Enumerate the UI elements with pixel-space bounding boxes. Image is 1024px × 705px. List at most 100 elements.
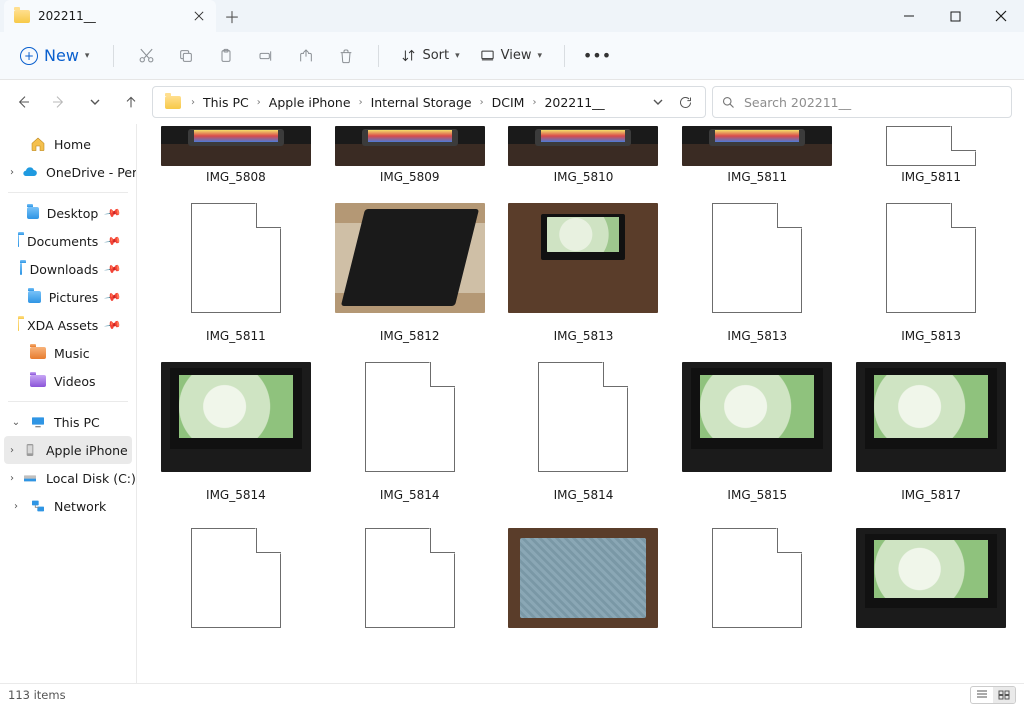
generic-file-icon xyxy=(191,528,281,628)
search-input[interactable] xyxy=(744,95,1003,110)
file-name: IMG_5815 xyxy=(727,484,787,502)
nav-quick-xda[interactable]: XDA Assets📌 xyxy=(0,311,136,339)
file-item[interactable]: IMG_5811 xyxy=(153,190,319,343)
cut-button[interactable] xyxy=(128,40,164,72)
nav-quick-pictures[interactable]: Pictures📌 xyxy=(0,283,136,311)
nav-label: Pictures xyxy=(49,290,99,305)
file-item[interactable]: IMG_5809 xyxy=(327,124,493,184)
delete-button[interactable] xyxy=(328,40,364,72)
paste-button[interactable] xyxy=(208,40,244,72)
file-item[interactable] xyxy=(501,508,667,628)
breadcrumb-segment[interactable]: Apple iPhone xyxy=(265,93,355,112)
refresh-button[interactable] xyxy=(678,95,693,110)
folder-icon xyxy=(30,347,46,359)
nav-this-pc[interactable]: ⌄ This PC xyxy=(0,408,136,436)
nav-local-disk[interactable]: › Local Disk (C:) xyxy=(0,464,136,492)
close-window-button[interactable] xyxy=(978,0,1024,32)
nav-network[interactable]: › Network xyxy=(0,492,136,520)
file-item[interactable]: IMG_5814 xyxy=(327,349,493,502)
file-item[interactable]: IMG_5814 xyxy=(501,349,667,502)
file-name: IMG_5813 xyxy=(554,325,614,343)
back-button[interactable] xyxy=(8,87,38,117)
file-name: IMG_5809 xyxy=(380,166,440,184)
nav-apple-iphone[interactable]: › Apple iPhone xyxy=(4,436,132,464)
sort-button[interactable]: Sort ▾ xyxy=(393,44,467,67)
view-button[interactable]: View ▾ xyxy=(472,44,550,67)
file-item[interactable]: IMG_5813 xyxy=(848,190,1014,343)
chevron-right-icon[interactable]: › xyxy=(10,445,14,456)
nav-onedrive[interactable]: › OneDrive - Persona xyxy=(0,158,136,186)
image-thumbnail xyxy=(682,126,832,166)
separator xyxy=(113,45,114,67)
up-button[interactable] xyxy=(116,87,146,117)
address-dropdown-button[interactable] xyxy=(652,96,664,108)
nav-label: Network xyxy=(54,499,106,514)
nav-label: XDA Assets xyxy=(27,318,98,333)
disk-icon xyxy=(22,470,38,486)
active-tab[interactable]: 202211__ xyxy=(4,0,216,32)
image-thumbnail xyxy=(161,362,311,472)
file-item[interactable] xyxy=(848,508,1014,628)
nav-quick-videos[interactable]: Videos xyxy=(0,367,136,395)
view-label: View xyxy=(501,48,532,63)
file-name: IMG_5813 xyxy=(727,325,787,343)
folder-icon xyxy=(14,10,30,23)
share-button[interactable] xyxy=(288,40,324,72)
file-item[interactable]: IMG_5817 xyxy=(848,349,1014,502)
chevron-right-icon[interactable]: › xyxy=(10,167,14,178)
file-item[interactable]: IMG_5813 xyxy=(501,190,667,343)
file-item[interactable]: IMG_5808 xyxy=(153,124,319,184)
chevron-right-icon[interactable]: › xyxy=(10,501,22,512)
more-button[interactable]: ••• xyxy=(579,40,615,72)
folder-icon xyxy=(18,319,19,331)
file-item[interactable]: IMG_5815 xyxy=(674,349,840,502)
image-thumbnail xyxy=(856,362,1006,472)
file-item[interactable] xyxy=(153,508,319,628)
search-box[interactable] xyxy=(712,86,1012,118)
close-tab-button[interactable] xyxy=(192,9,206,23)
file-name: IMG_5811 xyxy=(206,325,266,343)
copy-button[interactable] xyxy=(168,40,204,72)
file-item[interactable] xyxy=(674,508,840,628)
file-item[interactable]: IMG_5812 xyxy=(327,190,493,343)
nav-label: Downloads xyxy=(30,262,99,277)
thumbnails-view-button[interactable] xyxy=(993,687,1015,703)
file-item[interactable]: IMG_5811 xyxy=(848,124,1014,184)
recent-locations-button[interactable] xyxy=(80,87,110,117)
file-item[interactable] xyxy=(327,508,493,628)
chevron-down-icon: ▾ xyxy=(455,51,460,61)
chevron-down-icon[interactable]: ⌄ xyxy=(10,417,22,428)
file-item[interactable]: IMG_5810 xyxy=(501,124,667,184)
file-item[interactable]: IMG_5811 xyxy=(674,124,840,184)
rename-button[interactable] xyxy=(248,40,284,72)
breadcrumb-segment[interactable]: This PC xyxy=(199,93,253,112)
address-bar[interactable]: › This PC › Apple iPhone › Internal Stor… xyxy=(152,86,706,118)
chevron-right-icon[interactable]: › xyxy=(10,473,14,484)
nav-quick-downloads[interactable]: Downloads📌 xyxy=(0,255,136,283)
view-icon xyxy=(480,48,495,63)
file-name: IMG_5810 xyxy=(554,166,614,184)
new-button[interactable]: + New ▾ xyxy=(10,42,99,69)
nav-quick-documents[interactable]: Documents📌 xyxy=(0,227,136,255)
file-item[interactable]: IMG_5813 xyxy=(674,190,840,343)
generic-file-icon xyxy=(191,203,281,313)
nav-home[interactable]: Home xyxy=(0,130,136,158)
nav-quick-music[interactable]: Music xyxy=(0,339,136,367)
minimize-button[interactable] xyxy=(886,0,932,32)
nav-label: Local Disk (C:) xyxy=(46,471,136,486)
maximize-button[interactable] xyxy=(932,0,978,32)
details-view-button[interactable] xyxy=(971,687,993,703)
nav-quick-desktop[interactable]: Desktop📌 xyxy=(0,199,136,227)
forward-button[interactable] xyxy=(44,87,74,117)
breadcrumb-segment[interactable]: DCIM xyxy=(488,93,529,112)
file-name: IMG_5808 xyxy=(206,166,266,184)
new-label: New xyxy=(44,46,79,65)
breadcrumb-segment[interactable]: 202211__ xyxy=(540,93,608,112)
new-tab-button[interactable]: ＋ xyxy=(216,0,248,32)
plus-circle-icon: + xyxy=(20,47,38,65)
nav-label: Music xyxy=(54,346,90,361)
breadcrumb-segment[interactable]: Internal Storage xyxy=(367,93,476,112)
file-item[interactable]: IMG_5814 xyxy=(153,349,319,502)
cloud-icon xyxy=(22,164,38,180)
file-grid[interactable]: IMG_5808 IMG_5809 IMG_5810 IMG_5811 IMG_… xyxy=(137,124,1024,683)
